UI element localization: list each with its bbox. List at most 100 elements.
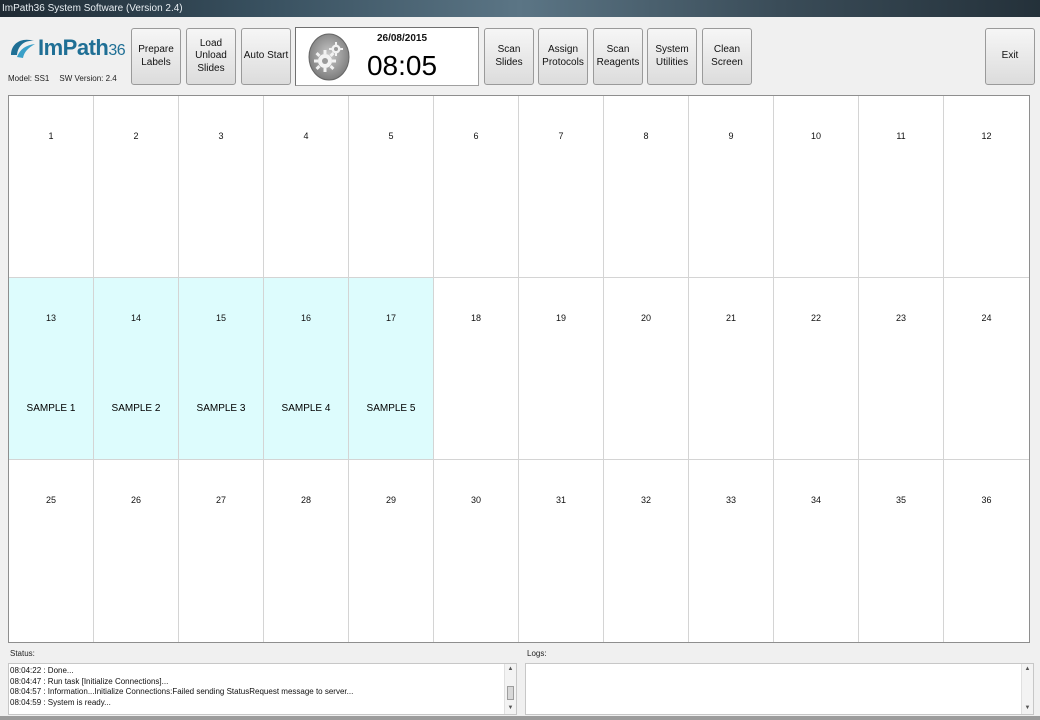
slide-slot[interactable]: 12 bbox=[944, 96, 1029, 278]
slide-slot[interactable]: 16 SAMPLE 4 bbox=[264, 278, 349, 460]
logs-label: Logs: bbox=[527, 649, 547, 658]
exit-button[interactable]: Exit bbox=[985, 28, 1035, 85]
slide-slot[interactable]: 6 bbox=[434, 96, 519, 278]
slot-number: 26 bbox=[130, 495, 141, 505]
scan-reagents-button[interactable]: Scan Reagents bbox=[593, 28, 643, 85]
slide-slot[interactable]: 21 bbox=[689, 278, 774, 460]
slide-slot[interactable]: 1 bbox=[9, 96, 94, 278]
slot-number: 22 bbox=[810, 313, 821, 323]
system-utilities-button[interactable]: System Utilities bbox=[647, 28, 697, 85]
slot-number: 21 bbox=[725, 313, 736, 323]
slot-number: 14 bbox=[130, 313, 141, 323]
status-line: 08:04:47 : Run task [Initialize Connecti… bbox=[10, 676, 169, 686]
slide-slot[interactable]: 30 bbox=[434, 460, 519, 642]
slide-slot[interactable]: 35 bbox=[859, 460, 944, 642]
slot-number: 1 bbox=[48, 131, 54, 141]
slot-number: 36 bbox=[981, 495, 992, 505]
slide-slot[interactable]: 9 bbox=[689, 96, 774, 278]
slide-slot[interactable]: 20 bbox=[604, 278, 689, 460]
slide-slot[interactable]: 14 SAMPLE 2 bbox=[94, 278, 179, 460]
load-unload-slides-button[interactable]: Load Unload Slides bbox=[186, 28, 236, 85]
logo-main: ImPath bbox=[38, 35, 109, 60]
slot-sample-label: SAMPLE 1 bbox=[26, 403, 76, 414]
slot-sample-label: SAMPLE 3 bbox=[196, 403, 246, 414]
slide-slot[interactable]: 32 bbox=[604, 460, 689, 642]
slide-slot[interactable]: 10 bbox=[774, 96, 859, 278]
slide-slot[interactable]: 17 SAMPLE 5 bbox=[349, 278, 434, 460]
scan-slides-button[interactable]: Scan Slides bbox=[484, 28, 534, 85]
logs-panel: ▲ ▼ bbox=[525, 663, 1034, 715]
slide-slot[interactable]: 11 bbox=[859, 96, 944, 278]
slide-slot[interactable]: 3 bbox=[179, 96, 264, 278]
slide-slot[interactable]: 28 bbox=[264, 460, 349, 642]
slot-number: 17 bbox=[385, 313, 396, 323]
slide-slot[interactable]: 24 bbox=[944, 278, 1029, 460]
slot-number: 7 bbox=[558, 131, 564, 141]
slide-slot[interactable]: 23 bbox=[859, 278, 944, 460]
slide-slot[interactable]: 7 bbox=[519, 96, 604, 278]
slot-number: 29 bbox=[385, 495, 396, 505]
window-title: ImPath36 System Software (Version 2.4) bbox=[0, 0, 1040, 17]
logs-scrollbar[interactable]: ▲ ▼ bbox=[1021, 664, 1033, 714]
prepare-labels-button[interactable]: Prepare Labels bbox=[131, 28, 181, 85]
slide-slot[interactable]: 36 bbox=[944, 460, 1029, 642]
slide-slot[interactable]: 19 bbox=[519, 278, 604, 460]
slot-number: 20 bbox=[640, 313, 651, 323]
slot-number: 3 bbox=[218, 131, 224, 141]
slide-grid: 1 2 3 4 5 6 7 8 9 10 11 12 13 SAMPLE 1 14 SAMPLE 2 15 SAM… bbox=[8, 95, 1030, 643]
slide-slot[interactable]: 8 bbox=[604, 96, 689, 278]
sw-version-label: SW Version: 2.4 bbox=[59, 74, 117, 83]
scroll-thumb[interactable] bbox=[507, 686, 514, 700]
slot-number: 15 bbox=[215, 313, 226, 323]
slide-slot[interactable]: 2 bbox=[94, 96, 179, 278]
clock-date: 26/08/2015 bbox=[376, 33, 428, 44]
clean-screen-button[interactable]: Clean Screen bbox=[702, 28, 752, 85]
slide-slot[interactable]: 31 bbox=[519, 460, 604, 642]
slot-sample-label: SAMPLE 2 bbox=[111, 403, 161, 414]
slide-slot[interactable]: 26 bbox=[94, 460, 179, 642]
slot-number: 31 bbox=[555, 495, 566, 505]
slot-number: 12 bbox=[981, 131, 992, 141]
clock-panel: 26/08/2015 08:05 bbox=[295, 27, 479, 86]
status-line: 08:04:57 : Information...Initialize Conn… bbox=[10, 687, 354, 696]
slot-number: 23 bbox=[895, 313, 906, 323]
slide-slot[interactable]: 5 bbox=[349, 96, 434, 278]
slot-number: 33 bbox=[725, 495, 736, 505]
scroll-up-icon[interactable]: ▲ bbox=[1022, 664, 1033, 675]
status-log: 08:04:22 : Done... 08:04:47 : Run task [I… bbox=[8, 663, 517, 715]
slide-slot[interactable]: 34 bbox=[774, 460, 859, 642]
slide-slot[interactable]: 29 bbox=[349, 460, 434, 642]
logo-text: ImPath36 bbox=[38, 35, 126, 61]
model-info: Model: SS1 SW Version: 2.4 bbox=[8, 74, 117, 83]
slide-slot[interactable]: 4 bbox=[264, 96, 349, 278]
slot-number: 35 bbox=[895, 495, 906, 505]
scroll-down-icon[interactable]: ▼ bbox=[505, 703, 516, 714]
assign-protocols-button[interactable]: Assign Protocols bbox=[538, 28, 588, 85]
slot-number: 8 bbox=[643, 131, 649, 141]
gears-icon bbox=[308, 33, 350, 81]
slide-slot[interactable]: 15 SAMPLE 3 bbox=[179, 278, 264, 460]
slide-slot[interactable]: 33 bbox=[689, 460, 774, 642]
slide-slot[interactable]: 18 bbox=[434, 278, 519, 460]
impath-logo: ImPath36 bbox=[8, 33, 126, 65]
slide-slot[interactable]: 25 bbox=[9, 460, 94, 642]
auto-start-button[interactable]: Auto Start bbox=[241, 28, 291, 85]
slide-slot[interactable]: 27 bbox=[179, 460, 264, 642]
slide-slot[interactable]: 22 bbox=[774, 278, 859, 460]
scroll-up-icon[interactable]: ▲ bbox=[505, 664, 516, 675]
slot-number: 9 bbox=[728, 131, 734, 141]
slot-number: 34 bbox=[810, 495, 821, 505]
status-lines: 08:04:22 : Done... 08:04:47 : Run task [I… bbox=[10, 666, 353, 708]
slot-number: 11 bbox=[896, 131, 906, 141]
logo-num: 36 bbox=[108, 42, 126, 59]
slot-number: 16 bbox=[300, 313, 311, 323]
model-label: Model: SS1 bbox=[8, 74, 50, 83]
status-line: 08:04:22 : Done... bbox=[10, 666, 74, 675]
slot-number: 6 bbox=[473, 131, 479, 141]
slot-sample-label: SAMPLE 4 bbox=[281, 403, 331, 414]
slot-number: 32 bbox=[640, 495, 651, 505]
status-scrollbar[interactable]: ▲ ▼ bbox=[504, 664, 516, 714]
clock-time: 08:05 bbox=[366, 50, 438, 81]
scroll-down-icon[interactable]: ▼ bbox=[1022, 703, 1033, 714]
slide-slot[interactable]: 13 SAMPLE 1 bbox=[9, 278, 94, 460]
